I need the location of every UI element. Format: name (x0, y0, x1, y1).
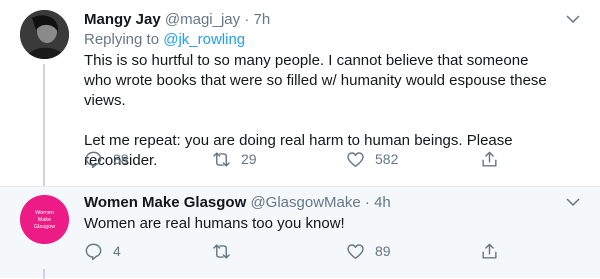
tweet-content: Mangy Jay @magi_jay · 7h Replying to @jk… (84, 10, 556, 171)
user-handle[interactable]: @magi_jay (165, 11, 240, 28)
tweet-women-make-glasgow[interactable]: Women Make Glasgow Women Make Glasgow @G… (0, 186, 600, 279)
like-button[interactable]: 582 (346, 148, 398, 170)
display-name[interactable]: Mangy Jay (84, 11, 161, 28)
timestamp[interactable]: 7h (253, 11, 270, 28)
logo-avatar: Women Make Glasgow (20, 195, 69, 244)
chevron-down-icon[interactable] (564, 10, 582, 28)
svg-text:Make: Make (38, 217, 51, 223)
tweet-content: Women Make Glasgow @GlasgowMake · 4h Wom… (84, 193, 556, 234)
reply-button[interactable]: 4 (84, 240, 121, 262)
svg-text:Women: Women (35, 210, 54, 216)
tweet-header: Women Make Glasgow @GlasgowMake · 4h (84, 193, 556, 213)
share-icon (482, 243, 497, 259)
reply-count: 38 (113, 151, 129, 167)
tweet-text: Women are real humans too you know! (84, 215, 345, 232)
chevron-down-icon[interactable] (564, 193, 582, 211)
retweet-button[interactable]: 29 (212, 148, 257, 170)
heart-icon (347, 243, 364, 259)
share-button[interactable] (480, 148, 499, 170)
like-count: 89 (375, 243, 391, 259)
tweet-header: Mangy Jay @magi_jay · 7h (84, 10, 556, 30)
reply-button[interactable]: 38 (84, 148, 129, 170)
replying-to-label: Replying to (84, 31, 164, 48)
separator-dot: · (364, 194, 370, 211)
retweet-icon (213, 243, 230, 259)
avatar[interactable]: Women Make Glasgow (20, 195, 69, 244)
like-count: 582 (375, 151, 399, 167)
reply-count: 4 (113, 243, 121, 259)
retweet-count: 29 (241, 151, 257, 167)
like-button[interactable]: 89 (346, 240, 391, 262)
share-button[interactable] (480, 240, 499, 262)
tweet-actions: 38 29 582 (84, 148, 520, 170)
display-name[interactable]: Women Make Glasgow (84, 194, 246, 211)
reply-icon (85, 243, 102, 260)
user-handle[interactable]: @GlasgowMake (250, 194, 360, 211)
separator-dot: · (244, 11, 250, 28)
heart-icon (347, 151, 364, 167)
svg-text:Glasgow: Glasgow (34, 224, 55, 230)
replying-to: Replying to @jk_rowling (84, 30, 556, 50)
share-icon (482, 151, 497, 167)
retweet-button[interactable] (212, 240, 241, 262)
retweet-icon (213, 151, 230, 167)
tweet-mangy-jay[interactable]: Mangy Jay @magi_jay · 7h Replying to @jk… (0, 0, 600, 186)
thread-line (43, 64, 45, 186)
reply-icon (85, 151, 102, 168)
avatar[interactable] (20, 10, 69, 59)
timestamp[interactable]: 4h (374, 194, 391, 211)
avatar-photo-icon (20, 10, 69, 59)
tweet-actions: 4 89 (84, 240, 520, 262)
mention-link[interactable]: @jk_rowling (163, 31, 245, 48)
